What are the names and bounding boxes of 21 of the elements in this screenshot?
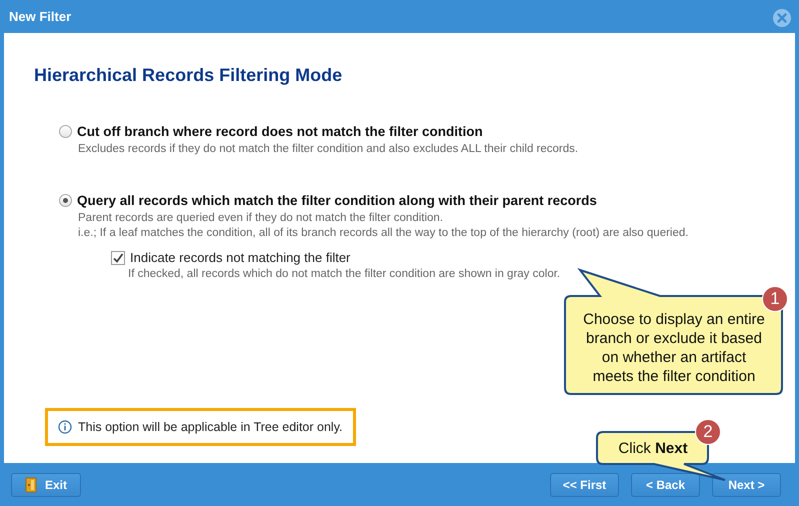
callout-text: Click Next xyxy=(617,439,689,458)
nav-button[interactable]: Next > xyxy=(712,472,781,496)
checkbox-description: If checked, all records which do not match the filter condition are shown in gray color. xyxy=(128,268,562,280)
radio-button[interactable] xyxy=(59,194,72,207)
radio-button[interactable] xyxy=(59,125,72,138)
callout-text: Choose to display an entire branch or exclude it based on whether an artifact meets the filter condition xyxy=(582,310,766,386)
nav-button[interactable]: << First xyxy=(550,472,619,496)
option-description: Parent records are queried even if they do not match the filter condition. xyxy=(78,211,444,226)
info-icon xyxy=(58,420,72,434)
option-label[interactable]: Query all records which match the filter condition along with their parent records xyxy=(77,193,597,208)
door-icon xyxy=(24,476,37,492)
window-title: New Filter xyxy=(9,9,72,24)
checkbox[interactable] xyxy=(111,250,125,264)
section-heading: Hierarchical Records Filtering Mode xyxy=(34,65,344,86)
exit-button[interactable]: Exit xyxy=(11,472,81,496)
option-description: i.e.; If a leaf matches the condition, all of its branch records all the way to the top of the hierarchy (root) are also queried. xyxy=(78,226,690,241)
option-label[interactable]: Cut off branch where record does not match the filter condition xyxy=(77,124,483,139)
note-text: This option will be applicable in Tree editor only. xyxy=(78,420,342,434)
nav-button[interactable]: < Back xyxy=(631,472,700,496)
option-description: Excludes records if they do not match the filter condition and also excludes ALL their child records. xyxy=(78,142,580,157)
checkbox-label[interactable]: Indicate records not matching the filter xyxy=(130,250,350,265)
